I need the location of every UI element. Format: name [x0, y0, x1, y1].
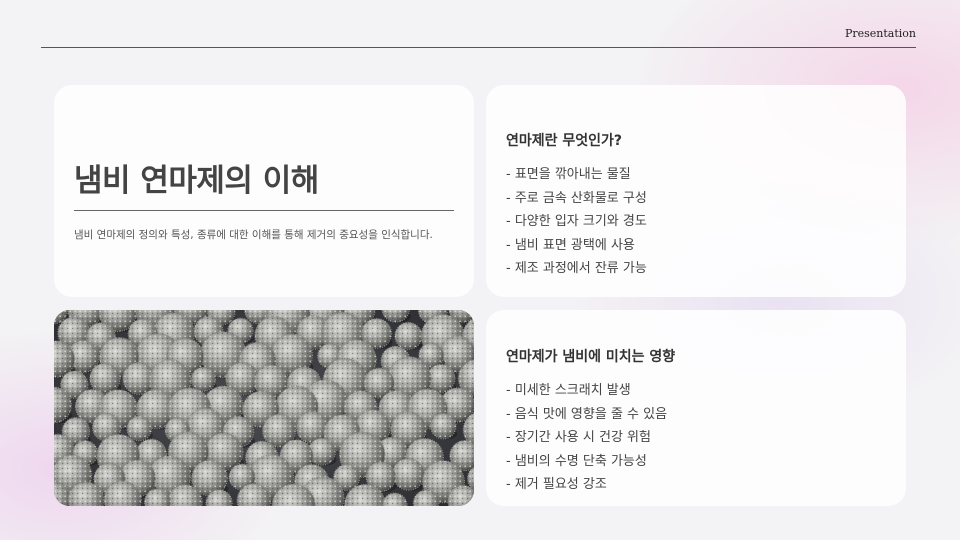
abrasive-photo [54, 310, 474, 506]
list-item: - 제조 과정에서 잔류 가능 [506, 261, 647, 276]
list-item: - 미세한 스크래치 발생 [506, 383, 631, 398]
header-label: Presentation [844, 27, 916, 40]
header-divider [41, 47, 916, 48]
sphere-texture [191, 367, 216, 392]
title-divider [74, 210, 454, 211]
what-is-list: - 표면을 깎아내는 물질 - 주로 금속 산화물로 구성 - 다양한 입자 크… [506, 163, 647, 281]
spiky-spheres-image [54, 310, 474, 506]
what-is-title: 연마제란 무엇인가? [506, 133, 623, 149]
effects-list: - 미세한 스크래치 발생 - 음식 맛에 영향을 줄 수 있음 - 장기간 사… [506, 379, 667, 497]
list-item: - 냄비의 수명 단축 가능성 [506, 453, 647, 469]
list-item: - 제거 필요성 강조 [506, 477, 607, 492]
sphere-texture [89, 363, 121, 394]
list-item: - 장기간 사용 시 건강 위험 [506, 430, 651, 445]
intro-description: 냄비 연마제의 정의와 특성, 종류에 대한 이해를 통해 제거의 중요성을 인… [74, 229, 433, 241]
list-item: - 음식 맛에 영향을 줄 수 있음 [506, 406, 668, 422]
page-title: 냄비 연마제의 이해 [74, 163, 319, 199]
effects-title: 연마제가 냄비에 미치는 영향 [506, 349, 676, 365]
what-is-card: 연마제란 무엇인가? - 표면을 깎아내는 물질 - 주로 금속 산화물로 구성… [486, 85, 906, 297]
effects-card: 연마제가 냄비에 미치는 영향 - 미세한 스크래치 발생 - 음식 맛에 영향… [486, 310, 906, 506]
sphere-texture [392, 458, 425, 491]
list-item: - 주로 금속 산화물로 구성 [506, 190, 647, 206]
list-item: - 다양한 입자 크기와 경도 [506, 214, 647, 229]
sphere-texture [127, 416, 152, 441]
intro-card: 냄비 연마제의 이해 냄비 연마제의 정의와 특성, 종류에 대한 이해를 통해… [54, 85, 474, 297]
sphere-texture [430, 413, 456, 439]
list-item: - 냄비 표면 광택에 사용 [506, 237, 635, 253]
sphere-texture [394, 322, 422, 350]
list-item: - 표면을 깎아내는 물질 [506, 167, 631, 182]
